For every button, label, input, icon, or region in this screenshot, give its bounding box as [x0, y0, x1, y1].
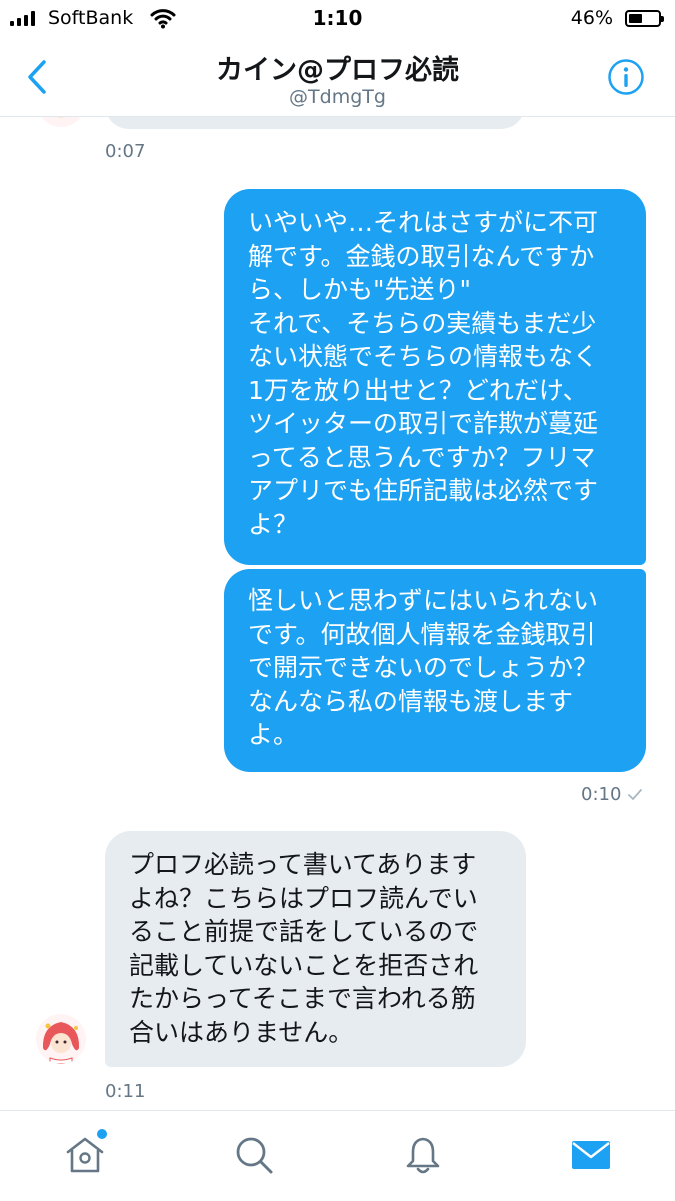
message-timestamp: 0:10: [581, 784, 622, 805]
message-bubble-outgoing[interactable]: 怪しいと思わずにはいられない です。何故個人情報を金銭取引 で開示できないのでし…: [224, 569, 646, 772]
battery-level-fill: [629, 14, 642, 23]
tab-search[interactable]: [232, 1133, 276, 1177]
conversation-handle: @TdmgTg: [289, 86, 386, 108]
tab-notifications[interactable]: [401, 1133, 445, 1177]
notification-dot: [97, 1129, 107, 1139]
tab-bar: [0, 1110, 675, 1201]
message-bubble-incoming[interactable]: [105, 117, 525, 129]
sent-check-icon: [628, 789, 642, 800]
status-bar: SoftBank 1:10 46%: [0, 0, 675, 38]
tab-home[interactable]: [63, 1129, 107, 1177]
battery-icon: [625, 10, 664, 27]
message-bubble-incoming[interactable]: プロフ必読って書いてあります よね？こちらはプロフ読んでい ること前提で話をして…: [105, 831, 526, 1067]
search-icon: [236, 1137, 273, 1174]
message-list[interactable]: 0:07 いやいや…それはさすがに不可 解です。金銭の取引なんですか ら、しかも…: [0, 117, 675, 1110]
conversation-title: カイン@プロフ必読: [216, 55, 459, 86]
bell-icon: [406, 1137, 440, 1174]
message-timestamp: 0:11: [105, 1081, 146, 1102]
conversation-header: カイン@プロフ必読 @TdmgTg: [0, 38, 675, 117]
message-bubble-outgoing[interactable]: いやいや…それはさすがに不可 解です。金銭の取引なんですか ら、しかも"先送り"…: [224, 189, 646, 565]
tab-messages[interactable]: [569, 1133, 613, 1177]
battery-percent: 46%: [570, 7, 613, 29]
mail-icon: [572, 1141, 610, 1169]
home-icon: [66, 1137, 104, 1173]
sender-avatar[interactable]: [36, 1014, 86, 1064]
message-timestamp: 0:07: [105, 141, 146, 162]
info-icon[interactable]: [607, 58, 645, 96]
sender-avatar[interactable]: [36, 117, 86, 127]
